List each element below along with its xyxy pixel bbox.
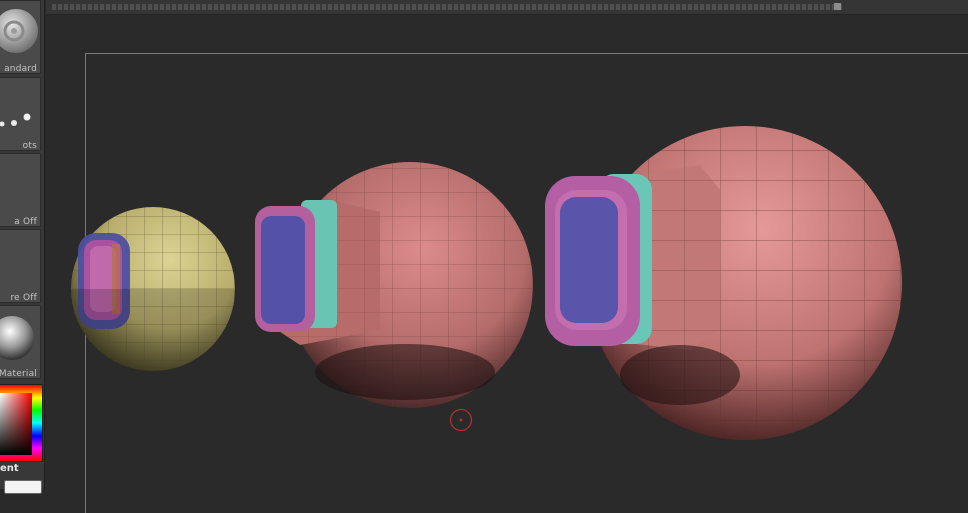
ruler-ticks <box>52 4 842 10</box>
standard-brush-icon <box>0 9 38 53</box>
texture-slot[interactable]: re Off <box>0 229 41 303</box>
stroke-slot-dots[interactable]: ots <box>0 77 41 151</box>
slot-label: re Off <box>10 293 37 303</box>
scroll-handle[interactable] <box>834 3 841 10</box>
color-picker[interactable] <box>0 384 43 462</box>
dots-stroke-icon <box>0 113 31 127</box>
medium-pink-sphere[interactable] <box>255 162 533 408</box>
alpha-slot[interactable]: a Off <box>0 153 41 227</box>
material-sphere-icon <box>0 316 34 360</box>
brush-cursor-circle-icon <box>449 408 473 432</box>
top-ruler-bar <box>46 0 968 15</box>
gradient-label: ent <box>0 463 19 474</box>
large-pink-sphere[interactable] <box>545 126 902 440</box>
slot-label: a Off <box>14 217 37 227</box>
small-yellow-sphere[interactable] <box>71 207 235 371</box>
secondary-color-swatch[interactable] <box>4 480 42 494</box>
slot-label: andard <box>4 64 37 74</box>
canvas-viewport[interactable] <box>46 15 968 489</box>
left-tool-shelf: andard ots a Off re Off Material ent <box>0 0 45 494</box>
slot-label: ots <box>22 141 37 151</box>
brush-slot-standard[interactable]: andard <box>0 0 41 74</box>
color-gradient-icon <box>0 385 42 461</box>
material-slot[interactable]: Material <box>0 305 41 379</box>
slot-label: Material <box>0 369 37 379</box>
